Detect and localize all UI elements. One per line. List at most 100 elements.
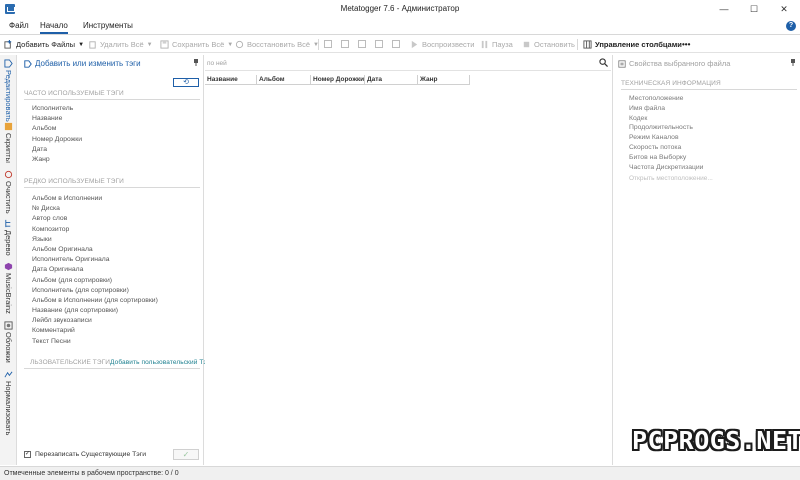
column-header-genre[interactable]: Жанр xyxy=(418,75,470,85)
tag-item[interactable]: Лейбл звукозаписи xyxy=(32,317,158,327)
more-button[interactable]: ••• xyxy=(682,39,690,50)
property-item: Местоположение xyxy=(629,95,684,102)
search-bar xyxy=(205,55,611,71)
manage-columns-label: Управление столбцами xyxy=(595,40,682,49)
tab-file[interactable]: Файл xyxy=(9,21,29,30)
sidebar-tab-edit[interactable]: Редактировать xyxy=(2,59,15,122)
grid-select-icon[interactable] xyxy=(341,40,349,48)
play-button[interactable]: Воспроизвести xyxy=(410,39,474,50)
divider xyxy=(24,368,200,369)
tag-item[interactable]: Альбом (для сортировки) xyxy=(32,277,158,287)
column-header-title[interactable]: Название xyxy=(205,75,257,85)
file-grid-panel: Название Альбом Номер Дорожки Дата Жанр xyxy=(205,55,611,465)
custom-tags-header: ЛЬЗОВАТЕЛЬСКИЕ ТЭГИДобавить пользователь… xyxy=(30,359,209,366)
sidebar-tab-tree[interactable]: Дерево xyxy=(2,219,15,256)
frequent-tags-list: Исполнитель Название Альбом Номер Дорожки Да… xyxy=(32,105,82,166)
search-input[interactable] xyxy=(207,58,592,68)
save-icon xyxy=(160,40,169,49)
rare-tags-list: Альбом в Исполнении № Диска Автор слов Комп… xyxy=(32,195,158,348)
tag-item[interactable]: Жанр xyxy=(32,156,82,166)
overwrite-label: Перезаписать Существующие Тэги xyxy=(35,451,147,458)
tag-item[interactable]: № Диска xyxy=(32,205,158,215)
column-header-track[interactable]: Номер Дорожки xyxy=(311,75,365,85)
sidebar-tab-scripts[interactable]: Скрипты xyxy=(2,122,15,163)
tree-icon xyxy=(5,219,11,228)
tag-editor-title: Добавить или изменить тэги xyxy=(24,59,141,68)
minimize-button[interactable]: — xyxy=(709,0,739,18)
tab-home[interactable]: Начало xyxy=(40,21,68,34)
add-custom-tag-link[interactable]: Добавить пользовательский Тэг xyxy=(110,359,209,366)
column-header-date[interactable]: Дата xyxy=(365,75,418,85)
tag-item[interactable]: Альбом Оригинала xyxy=(32,246,158,256)
overwrite-option[interactable]: ✓ Перезаписать Существующие Тэги xyxy=(24,451,146,458)
add-files-button[interactable]: Добавить Файлы ▼ xyxy=(4,39,84,50)
overwrite-checkbox[interactable]: ✓ xyxy=(24,451,31,458)
tag-item[interactable]: Текст Песни xyxy=(32,338,158,348)
tag-item[interactable]: Альбом в Исполнении (для сортировки) xyxy=(32,297,158,307)
restore-all-label: Восстановить Всё xyxy=(247,40,311,49)
ribbon-tabs: Файл Начало Инструменты ? xyxy=(0,18,800,35)
sidebar-tab-normalize[interactable]: Нормализовать xyxy=(2,370,15,435)
tag-item[interactable]: Название (для сортировки) xyxy=(32,307,158,317)
remove-all-button[interactable]: Удалить Всё ▼ xyxy=(88,39,153,50)
grid-filter-icon[interactable] xyxy=(392,40,400,48)
tag-item[interactable]: Дата Оригинала xyxy=(32,266,158,276)
musicbrainz-icon xyxy=(4,262,13,271)
sidebar-tab-covers[interactable]: Обложки xyxy=(2,321,15,363)
manage-columns-button[interactable]: Управление столбцами xyxy=(583,39,682,50)
custom-tags-header-text: ЛЬЗОВАТЕЛЬСКИЕ ТЭГИ xyxy=(30,359,111,366)
watermark: PCPROGS.NET xyxy=(632,426,800,455)
window-title: Metatogger 7.6 - Администратор xyxy=(340,4,460,13)
toolbar-separator xyxy=(577,39,578,50)
sidebar-tab-musicbrainz[interactable]: MusicBrainz xyxy=(2,262,15,314)
property-item: Скорость потока xyxy=(629,143,682,151)
file-properties-title-text: Свойства выбранного файла xyxy=(629,59,731,68)
tag-item[interactable]: Композитор xyxy=(32,226,158,236)
tag-icon xyxy=(24,59,32,68)
grid-invert-icon[interactable] xyxy=(375,40,383,48)
grid-deselect-icon[interactable] xyxy=(358,40,366,48)
tag-item[interactable]: Языки xyxy=(32,236,158,246)
properties-icon xyxy=(618,59,626,68)
columns-icon xyxy=(583,40,592,49)
tag-item[interactable]: Номер Дорожки xyxy=(32,136,82,146)
pin-icon[interactable] xyxy=(790,59,796,66)
tag-item[interactable]: Исполнитель (для сортировки) xyxy=(32,287,158,297)
tag-item[interactable]: Дата xyxy=(32,146,82,156)
open-location-link[interactable]: Открыть местоположение... xyxy=(629,175,713,182)
tag-item[interactable]: Комментарий xyxy=(32,327,158,337)
restore-all-button[interactable]: Восстановить Всё ▼ xyxy=(235,39,319,50)
save-all-label: Сохранить Всё xyxy=(172,40,225,49)
sidebar-tab-clean[interactable]: Очистить xyxy=(2,170,15,214)
maximize-button[interactable]: ☐ xyxy=(739,0,769,18)
remove-all-label: Удалить Всё xyxy=(100,40,144,49)
save-all-button[interactable]: Сохранить Всё ▼ xyxy=(160,39,233,50)
tag-item[interactable]: Альбом xyxy=(32,125,82,135)
help-icon[interactable]: ? xyxy=(786,21,796,31)
title-bar: Metatogger 7.6 - Администратор — ☐ ✕ xyxy=(0,0,800,18)
apply-button[interactable]: ✓ xyxy=(173,449,199,460)
search-icon[interactable] xyxy=(599,58,608,67)
tag-item[interactable]: Исполнитель xyxy=(32,105,82,115)
refresh-button[interactable]: ⟲ xyxy=(173,78,199,87)
tab-tools[interactable]: Инструменты xyxy=(83,21,133,30)
property-list: Местоположение Имя файла Кодек Продолжитель… xyxy=(629,95,703,173)
stop-button[interactable]: Остановить xyxy=(522,39,575,50)
chevron-down-icon: ▼ xyxy=(227,41,234,48)
sidebar-tab-label: Обложки xyxy=(4,332,13,363)
remove-icon xyxy=(89,41,96,49)
tag-item[interactable]: Автор слов xyxy=(32,215,158,225)
file-properties-panel: Свойства выбранного файла ТЕХНИЧЕСКАЯ ИН… xyxy=(612,55,800,465)
divider xyxy=(24,99,200,100)
close-button[interactable]: ✕ xyxy=(769,0,799,18)
property-item: Кодек xyxy=(629,114,648,122)
tag-item[interactable]: Альбом в Исполнении xyxy=(32,195,158,205)
stop-label: Остановить xyxy=(534,40,575,49)
column-header-album[interactable]: Альбом xyxy=(257,75,311,85)
tag-item[interactable]: Название xyxy=(32,115,82,125)
pin-icon[interactable] xyxy=(193,59,199,66)
grid-view-icon[interactable] xyxy=(324,40,332,48)
sidebar-tab-label: Дерево xyxy=(4,230,13,256)
pause-button[interactable]: Пауза xyxy=(480,39,513,50)
tag-item[interactable]: Исполнитель Оригинала xyxy=(32,256,158,266)
